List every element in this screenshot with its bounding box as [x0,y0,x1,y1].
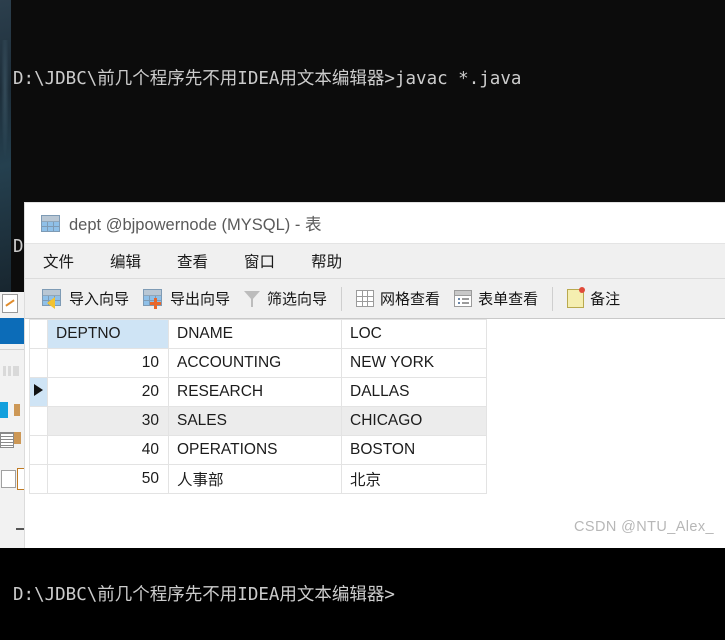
text-fragment [14,404,20,416]
grid-header-row: DEPTNO DNAME LOC [29,319,487,349]
cell-dname[interactable]: ACCOUNTING [168,348,342,378]
selected-list-row [0,318,24,344]
cell-deptno[interactable]: 50 [47,464,169,494]
window-title: dept @bjpowernode (MYSQL) - 表 [69,216,322,234]
row-marker [29,464,48,494]
filter-wizard-label: 筛选向导 [267,291,328,308]
note-button[interactable]: 备注 [560,283,627,315]
column-header-loc[interactable]: LOC [341,319,487,349]
export-wizard-label: 导出向导 [170,291,231,308]
import-wizard-button[interactable]: 导入向导 [35,283,136,315]
cell-dname[interactable]: RESEARCH [168,377,342,407]
toolbar: 导入向导 导出向导 筛选向导 网格查看 表单查看 备注 [25,279,725,319]
table-row[interactable]: 10 ACCOUNTING NEW YORK [29,348,487,378]
table-row[interactable]: 40 OPERATIONS BOSTON [29,435,487,465]
export-wizard-button[interactable]: 导出向导 [136,283,237,315]
dash-mark [16,528,24,530]
cell-deptno[interactable]: 30 [47,406,169,436]
note-label: 备注 [590,291,621,308]
blue-tab-marker [0,402,8,418]
table-row[interactable]: 50 人事部 北京 [29,464,487,494]
cell-loc[interactable]: BOSTON [341,435,487,465]
note-icon [567,287,586,308]
filter-funnel-icon [244,290,261,308]
menu-view[interactable]: 查看 [177,250,208,272]
cell-dname[interactable]: 人事部 [168,464,342,494]
cell-deptno[interactable]: 10 [47,348,169,378]
grid-icon [0,432,14,448]
import-wizard-icon [42,289,63,309]
column-header-deptno[interactable]: DEPTNO [47,319,169,349]
divider [0,349,24,350]
current-row-caret-icon [34,384,43,396]
grid-view-label: 网格查看 [380,291,441,308]
column-header-dname[interactable]: DNAME [168,319,342,349]
row-marker [29,348,48,378]
document-icon [2,294,18,313]
grid-view-icon [356,290,375,307]
form-view-icon [454,290,473,307]
console-prompt-line: D:\JDBC\前几个程序先不用IDEA用文本编辑器> [13,585,395,605]
filter-wizard-button[interactable]: 筛选向导 [237,283,334,315]
cell-deptno[interactable]: 20 [47,377,169,407]
background-app-sidebar [0,292,25,548]
cell-loc[interactable]: DALLAS [341,377,487,407]
grid-area: DEPTNO DNAME LOC 10 ACCOUNTING NEW YORK … [25,319,725,494]
import-wizard-label: 导入向导 [69,291,130,308]
box-icon [1,470,16,488]
window-titlebar[interactable]: dept @bjpowernode (MYSQL) - 表 [25,203,725,243]
form-view-label: 表单查看 [478,291,539,308]
row-marker-active [29,377,48,407]
row-marker [29,435,48,465]
cell-dname[interactable]: SALES [168,406,342,436]
export-wizard-icon [143,289,164,309]
cell-dname[interactable]: OPERATIONS [168,435,342,465]
grid-view-button[interactable]: 网格查看 [349,283,447,315]
menu-window[interactable]: 窗口 [244,250,275,272]
data-grid[interactable]: DEPTNO DNAME LOC 10 ACCOUNTING NEW YORK … [29,319,487,494]
desktop-wallpaper-strip [0,0,11,300]
menu-file[interactable]: 文件 [43,250,74,272]
cell-loc[interactable]: 北京 [341,464,487,494]
toolbar-divider [341,286,343,311]
menu-edit[interactable]: 编辑 [110,250,141,272]
cell-deptno[interactable]: 40 [47,435,169,465]
table-row[interactable]: 20 RESEARCH DALLAS [29,377,487,407]
table-icon [41,214,60,232]
toolbar-divider [552,286,554,311]
watermark: CSDN @NTU_Alex_ [574,519,714,535]
cell-loc[interactable]: NEW YORK [341,348,487,378]
table-row[interactable]: 30 SALES CHICAGO [29,406,487,436]
text-fragment [14,432,21,444]
row-marker-header [29,319,48,349]
arrows-icon [3,366,19,376]
cell-loc[interactable]: CHICAGO [341,406,487,436]
form-view-button[interactable]: 表单查看 [447,283,545,315]
navicat-table-window: dept @bjpowernode (MYSQL) - 表 文件 编辑 查看 窗… [24,202,725,548]
menu-bar: 文件 编辑 查看 窗口 帮助 [25,243,725,279]
row-marker [29,406,48,436]
menu-help[interactable]: 帮助 [311,250,342,272]
console-line: D:\JDBC\前几个程序先不用IDEA用文本编辑器>javac *.java [13,69,522,89]
